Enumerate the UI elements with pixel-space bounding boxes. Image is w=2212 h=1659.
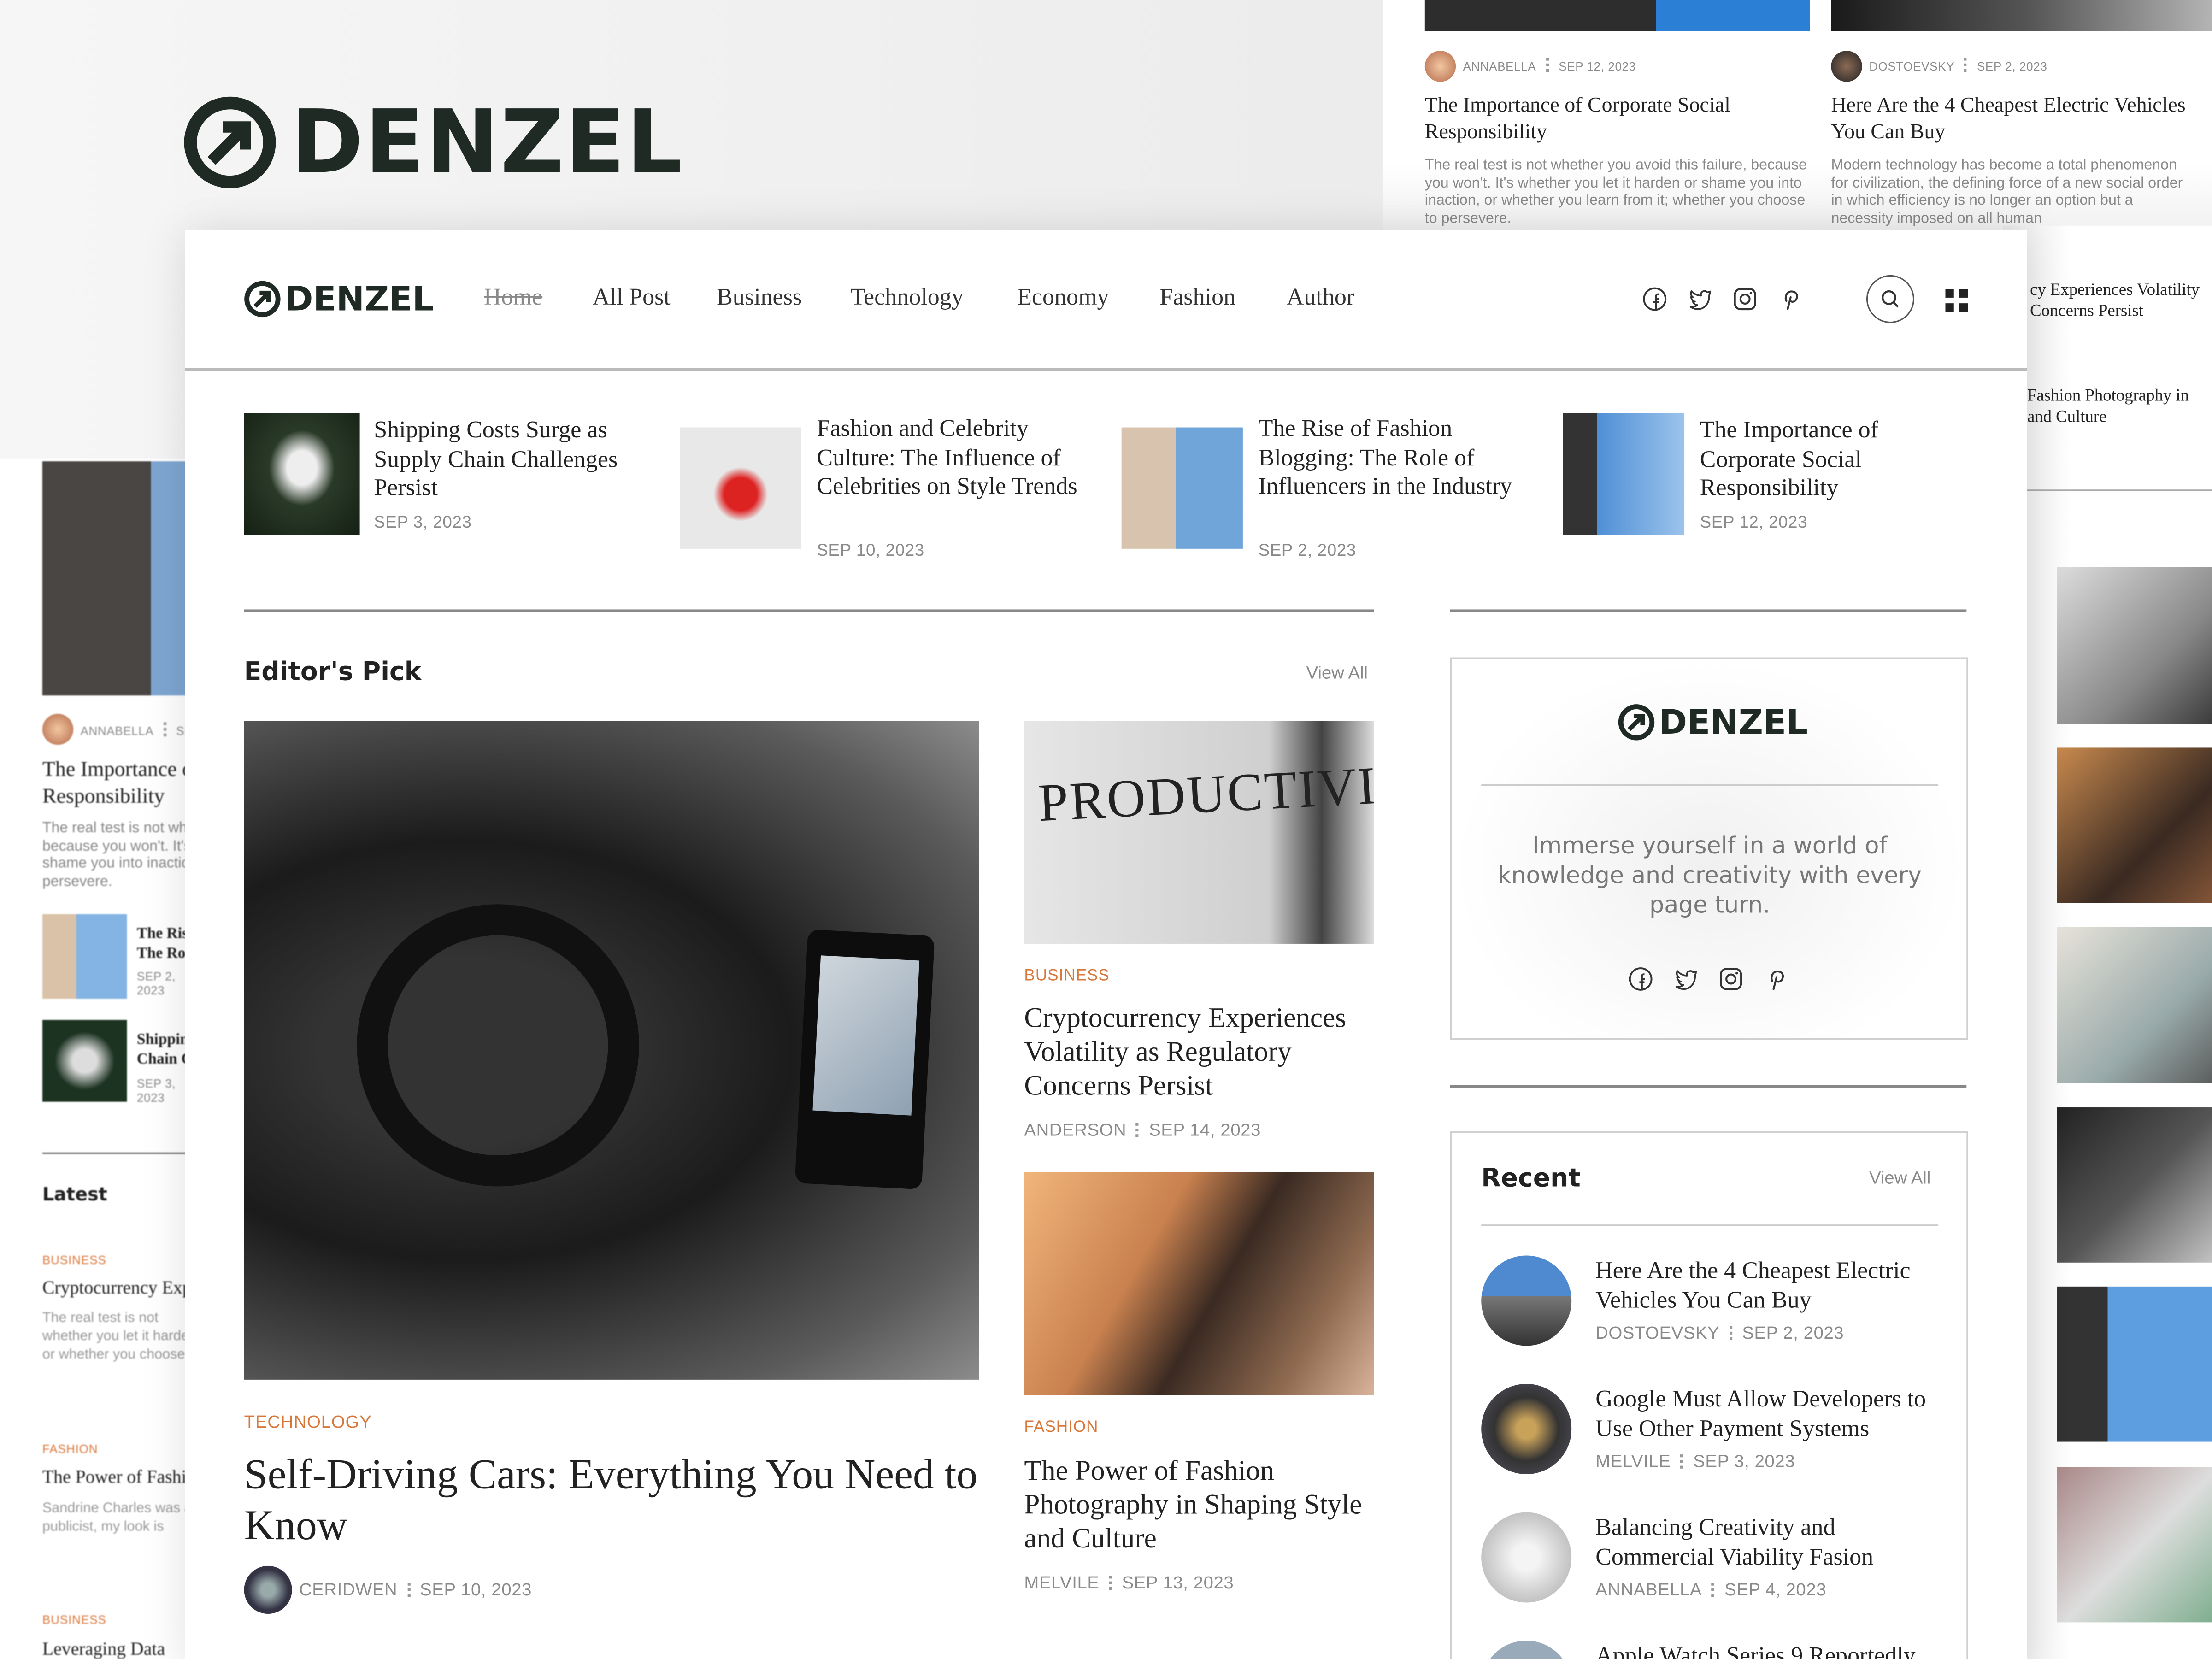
thumbnail[interactable] [1121,427,1243,549]
author[interactable]: ANNABELLA [1595,1580,1702,1600]
nav-technology[interactable]: Technology [851,283,964,312]
author[interactable]: MELVILE [1024,1573,1099,1593]
pinterest-icon[interactable] [1764,966,1789,992]
header-logo[interactable]: DENZEL [244,279,434,319]
category[interactable]: TECHNOLOGY [244,1412,372,1432]
instagram-icon[interactable] [1732,286,1758,312]
post-title[interactable]: The Importance of Corporate Social Respo… [1700,416,1947,503]
category[interactable]: BUSINESS [1024,968,1109,985]
avatar [244,1565,292,1614]
post-title[interactable]: Here Are the 4 Cheapest Electric Vehicle… [1595,1255,1948,1315]
post-title[interactable]: The Power of Fashion Photography in Shap… [1024,1454,1363,1556]
view-all-link[interactable]: View All [1306,663,1368,683]
grid-menu-button[interactable] [1945,289,1968,312]
post-title[interactable]: Apple Watch Series 9 Reportedly [1595,1641,1948,1659]
twitter-icon[interactable] [1673,966,1699,992]
showcase: DENZEL ANNABELLA SEP 12, 2023 The Importa… [0,0,2212,1659]
view-all-link[interactable]: View All [1869,1168,1930,1188]
post-title[interactable]: Shipping Costs Surge as Supply Chain Cha… [374,416,649,503]
about-widget: DENZEL Immerse yourself in a world of kn… [1450,657,1968,1040]
widget-logo: DENZEL [1618,702,1808,742]
featured-title[interactable]: Self-Driving Cars: Everything You Need t… [244,1450,978,1552]
facebook-icon[interactable] [1628,966,1653,992]
search-icon [1882,290,1899,308]
author[interactable]: ANDERSON [1024,1120,1126,1140]
recent-widget: Recent View All Here Are the 4 Cheapest … [1450,1131,1968,1659]
featured-image[interactable] [244,721,979,1380]
post-title[interactable]: The Rise of Fashion Blogging: The Role o… [1259,415,1512,502]
category[interactable]: FASHION [1024,1419,1098,1436]
author[interactable]: DOSTOEVSKY [1595,1323,1719,1343]
date: SEP 4, 2023 [1724,1580,1827,1600]
date: SEP 2, 2023 [1742,1323,1844,1343]
thumbnail[interactable] [1481,1512,1572,1603]
nav-all-post[interactable]: All Post [593,283,671,312]
date: SEP 13, 2023 [1122,1573,1234,1593]
brand-name: DENZEL [285,279,434,319]
date: SEP 3, 2023 [374,512,472,532]
date: SEP 12, 2023 [1700,512,1808,532]
section-title: Recent [1481,1164,1581,1194]
logo-arrow-icon [1618,704,1655,741]
brand-name: DENZEL [1659,702,1808,742]
section-title: Editor's Pick [244,657,422,687]
date: SEP 10, 2023 [817,540,924,560]
nav-author[interactable]: Author [1287,283,1354,312]
search-button[interactable] [1866,275,1915,324]
instagram-icon[interactable] [1718,966,1744,992]
nav-business[interactable]: Business [717,283,802,312]
thumbnail[interactable] [1481,1641,1572,1659]
author[interactable]: CERIDWEN [299,1580,397,1600]
post-title[interactable]: Google Must Allow Developers to Use Othe… [1595,1384,1948,1443]
post-title[interactable]: Cryptocurrency Experiences Volatility as… [1024,1001,1377,1103]
thumbnail[interactable] [244,413,360,535]
logo-arrow-icon [244,281,281,318]
date: SEP 10, 2023 [420,1580,532,1600]
post-title[interactable]: Fashion and Celebrity Culture: The Influ… [817,415,1085,502]
thumbnail[interactable] [1563,413,1685,535]
nav-fashion[interactable]: Fashion [1159,283,1235,312]
thumbnail[interactable] [680,427,801,549]
nav-home[interactable]: Home [484,283,542,312]
author[interactable]: MELVILE [1595,1452,1671,1471]
date: SEP 14, 2023 [1149,1120,1261,1140]
date: SEP 2, 2023 [1258,540,1356,560]
main-page: DENZEL Home All Post Business Technology… [185,229,2027,1659]
pinterest-icon[interactable] [1777,286,1803,312]
facebook-icon[interactable] [1642,286,1667,312]
post-title[interactable]: Balancing Creativity and Commercial Viab… [1595,1512,1948,1572]
nav-economy[interactable]: Economy [1017,283,1109,312]
about-text: Immerse yourself in a world of knowledge… [1498,832,1922,918]
date: SEP 3, 2023 [1693,1451,1795,1471]
grid-icon [1945,289,1968,312]
post-image[interactable] [1024,1172,1374,1395]
thumbnail[interactable] [1481,1384,1572,1474]
thumbnail[interactable] [1481,1255,1572,1346]
post-image[interactable]: PRODUCTIVIT [1024,721,1374,944]
twitter-icon[interactable] [1687,286,1712,312]
